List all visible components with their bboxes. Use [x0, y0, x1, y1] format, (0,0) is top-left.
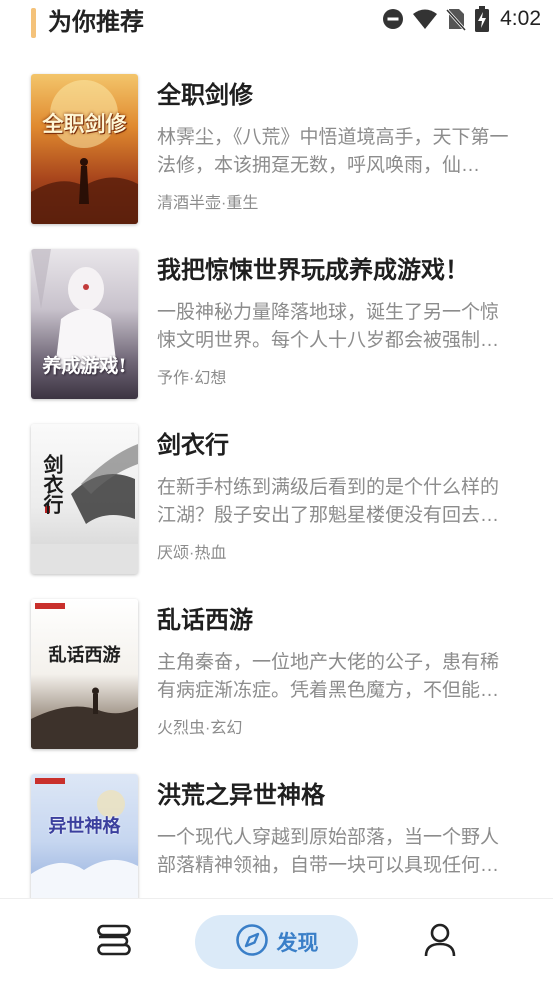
book-meta: 予作·幻想: [157, 370, 227, 387]
book-cover[interactable]: 全职剑修: [31, 74, 138, 224]
book-title[interactable]: 全职剑修: [157, 80, 253, 112]
nav-discover-label: 发现: [276, 932, 319, 955]
book-title[interactable]: 乱话西游: [157, 605, 253, 637]
user-icon: [423, 922, 457, 963]
book-title[interactable]: 我把惊悚世界玩成养成游戏！: [157, 255, 469, 287]
nav-bookshelf[interactable]: [82, 915, 144, 969]
book-description: 主角秦奋，一位地产大佬的公子，患有稀有病症渐冻症。凭着黑色魔方，不但能…: [157, 652, 500, 701]
book-item[interactable]: 乱话西游 乱话西游 主角秦奋，一位地产大佬的公子，患有稀有病症渐冻症。凭着黑色魔…: [0, 585, 553, 760]
book-meta: 厌颂·热血: [157, 545, 227, 562]
book-description: 在新手村练到满级后看到的是个什么样的江湖？殷子安出了那魁星楼便没有回去…: [157, 477, 500, 526]
status-time: 4:02: [500, 7, 541, 30]
do-not-disturb-icon: [382, 8, 404, 30]
bottom-nav: 发现: [0, 898, 553, 983]
book-cover[interactable]: 养成游戏!: [31, 249, 138, 399]
book-description: 林霁尘，《八荒》中悟道境高手，天下第一法修，本该拥趸无数，呼风唤雨，仙…: [157, 127, 509, 176]
book-item[interactable]: 异世神格 洪荒之异世神格 一个现代人穿越到原始部落，当一个野人部落精神领袖，自带…: [0, 760, 553, 898]
book-title[interactable]: 剑衣行: [157, 430, 229, 462]
no-sim-icon: [446, 7, 467, 31]
header: 为你推荐 4:02: [0, 0, 553, 48]
book-description: 一股神秘力量降落地球，诞生了另一个惊悚文明世界。每个人十八岁都会被强制…: [157, 302, 500, 351]
wifi-icon: [412, 8, 438, 30]
nav-discover[interactable]: 发现: [195, 915, 358, 969]
status-bar: 4:02: [382, 6, 541, 32]
cover-title: 全职剑修: [42, 111, 127, 136]
cover-title: 养成游戏!: [42, 355, 127, 377]
compass-icon: [235, 923, 269, 962]
battery-charging-icon: [474, 6, 490, 32]
book-item[interactable]: 养成游戏! 我把惊悚世界玩成养成游戏！ 一股神秘力量降落地球，诞生了另一个惊悚文…: [0, 235, 553, 410]
book-item[interactable]: 全职剑修 全职剑修 林霁尘，《八荒》中悟道境高手，天下第一法修，本该拥趸无数，呼…: [0, 60, 553, 235]
book-meta: 清酒半壶·重生: [157, 195, 259, 212]
section-accent-bar: [31, 8, 36, 38]
nav-profile[interactable]: [409, 915, 471, 969]
book-item[interactable]: 剑衣行 剑衣行 在新手村练到满级后看到的是个什么样的江湖？殷子安出了那魁星楼便没…: [0, 410, 553, 585]
book-cover[interactable]: 剑衣行: [31, 424, 138, 574]
book-cover[interactable]: 异世神格: [31, 774, 138, 898]
cover-title: 乱话西游: [48, 645, 121, 666]
cover-title: 异世神格: [48, 816, 121, 837]
bookshelf-icon: [95, 923, 131, 962]
book-description: 一个现代人穿越到原始部落，当一个野人部落精神领袖，自带一块可以具现任何…: [157, 827, 500, 876]
book-list[interactable]: 全职剑修 全职剑修 林霁尘，《八荒》中悟道境高手，天下第一法修，本该拥趸无数，呼…: [0, 60, 553, 898]
cover-title: 剑衣行: [40, 454, 64, 514]
book-meta: 火烈虫·玄幻: [157, 720, 243, 737]
book-cover[interactable]: 乱话西游: [31, 599, 138, 749]
section-title: 为你推荐: [48, 9, 144, 36]
book-title[interactable]: 洪荒之异世神格: [157, 780, 325, 812]
